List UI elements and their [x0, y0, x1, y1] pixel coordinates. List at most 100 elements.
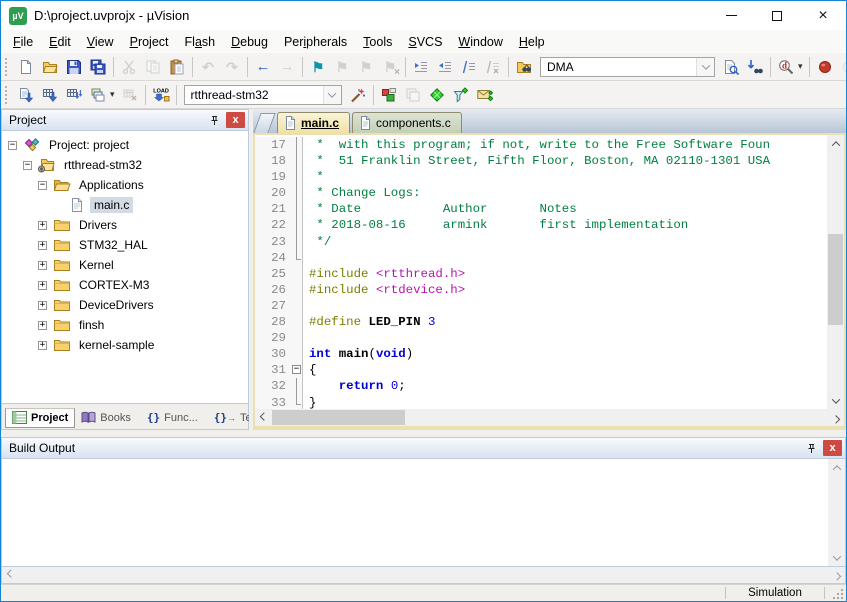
find-combo-dropdown-button[interactable] [696, 58, 714, 76]
fold-margin[interactable] [291, 298, 303, 314]
fold-margin[interactable] [291, 137, 303, 153]
tree-item-devicedrivers[interactable]: +DeviceDrivers [2, 295, 248, 315]
editor-hscroll-thumb[interactable] [272, 410, 405, 425]
unindent-button[interactable] [433, 55, 457, 79]
code-line[interactable]: 27 [255, 298, 827, 314]
tree-item-stm32-hal[interactable]: +STM32_HAL [2, 235, 248, 255]
build-button[interactable] [38, 83, 62, 107]
tree-item-cortex-m3[interactable]: +CORTEX-M3 [2, 275, 248, 295]
code-line[interactable]: 21 * Date Author Notes [255, 201, 827, 217]
menu-item-view[interactable]: View [79, 32, 122, 52]
find-in-files-button[interactable] [719, 55, 743, 79]
find-combo[interactable]: DMA [540, 57, 715, 77]
build-output-horizontal-scrollbar[interactable] [1, 567, 846, 584]
open-file-button[interactable] [38, 55, 62, 79]
indent-button[interactable] [409, 55, 433, 79]
fold-margin[interactable] [291, 346, 303, 362]
dropdown-caret-icon[interactable]: ▾ [798, 61, 803, 72]
translate-button[interactable] [14, 83, 38, 107]
project-panel-pin-button[interactable] [205, 112, 223, 128]
build-output-hscroll-track[interactable] [19, 567, 828, 583]
panel-tab-func[interactable]: {}Func... [141, 408, 204, 428]
fold-margin[interactable] [291, 266, 303, 282]
collapse-icon[interactable]: − [23, 161, 32, 170]
menu-item-flash[interactable]: Flash [177, 32, 224, 52]
fold-margin[interactable] [291, 185, 303, 201]
panel-tab-books[interactable]: Books [75, 408, 137, 428]
menu-item-tools[interactable]: Tools [355, 32, 400, 52]
expand-icon[interactable]: + [38, 261, 47, 270]
fold-margin[interactable]: − [291, 362, 303, 378]
maximize-button[interactable] [754, 1, 800, 30]
scroll-left-button[interactable] [2, 567, 19, 584]
build-output-content[interactable] [2, 459, 828, 566]
fold-margin[interactable] [291, 169, 303, 185]
editor-vscroll-track[interactable] [827, 152, 844, 392]
expand-icon[interactable]: + [38, 241, 47, 250]
navigate-back-button[interactable]: ← [251, 55, 275, 79]
expand-icon[interactable]: + [38, 341, 47, 350]
build-output-vscroll-track[interactable] [828, 476, 845, 549]
editor-hscroll-track[interactable] [272, 409, 827, 426]
menu-item-file[interactable]: File [5, 32, 41, 52]
dropdown-caret-icon[interactable]: ▾ [110, 89, 115, 100]
paste-button[interactable] [165, 55, 189, 79]
fold-margin[interactable] [291, 153, 303, 169]
scroll-down-button[interactable] [827, 392, 844, 409]
breakpoint-toggle-button[interactable] [813, 55, 837, 79]
editor-vscroll-thumb[interactable] [828, 234, 843, 325]
find-in-files-scope-button[interactable] [512, 55, 536, 79]
tree-item-kernel-sample[interactable]: +kernel-sample [2, 335, 248, 355]
fold-margin[interactable] [291, 250, 303, 266]
code-line[interactable]: 17 * with this program; if not, write to… [255, 137, 827, 153]
fold-margin[interactable] [291, 314, 303, 330]
comment-selection-button[interactable] [457, 55, 481, 79]
expand-icon[interactable]: + [38, 221, 47, 230]
code-line[interactable]: 25#include <rtthread.h> [255, 266, 827, 282]
download-button[interactable]: LOAD [149, 83, 173, 107]
incremental-find-button[interactable] [743, 55, 767, 79]
fold-margin[interactable] [291, 395, 303, 410]
fold-collapse-icon[interactable]: − [292, 365, 301, 374]
code-line[interactable]: 32 return 0; [255, 378, 827, 394]
save-all-button[interactable] [86, 55, 110, 79]
code-line[interactable]: 26#include <rtdevice.h> [255, 282, 827, 298]
code-line[interactable]: 30int main(void) [255, 346, 827, 362]
menu-item-debug[interactable]: Debug [223, 32, 276, 52]
fold-margin[interactable] [291, 234, 303, 250]
target-combo[interactable]: rtthread-stm32 [184, 85, 342, 105]
tree-item-main-c[interactable]: main.c [2, 195, 248, 215]
fold-margin[interactable] [291, 201, 303, 217]
tree-item-kernel[interactable]: +Kernel [2, 255, 248, 275]
minimize-button[interactable] [708, 1, 754, 30]
fold-margin[interactable] [291, 378, 303, 394]
menu-item-help[interactable]: Help [511, 32, 553, 52]
menu-item-window[interactable]: Window [450, 32, 510, 52]
rebuild-button[interactable] [62, 83, 86, 107]
code-line[interactable]: 22 * 2018-08-16 armink first implementat… [255, 217, 827, 233]
menu-item-svcs[interactable]: SVCS [400, 32, 450, 52]
code-line[interactable]: 29 [255, 330, 827, 346]
code-line[interactable]: 33} [255, 395, 827, 410]
menu-item-project[interactable]: Project [122, 32, 177, 52]
expand-icon[interactable]: + [38, 321, 47, 330]
code-line[interactable]: 20 * Change Logs: [255, 185, 827, 201]
code-line[interactable]: 23 */ [255, 234, 827, 250]
expand-icon[interactable]: + [38, 301, 47, 310]
tree-item-drivers[interactable]: +Drivers [2, 215, 248, 235]
code-line[interactable]: 18 * 51 Franklin Street, Fifth Floor, Bo… [255, 153, 827, 169]
scroll-left-button[interactable] [255, 409, 272, 426]
editor-horizontal-scrollbar[interactable] [255, 409, 844, 426]
select-packs-button[interactable] [449, 83, 473, 107]
code-line[interactable]: 28#define LED_PIN 3 [255, 314, 827, 330]
toolbar-grip[interactable] [5, 86, 10, 104]
manage-rte-button[interactable] [425, 83, 449, 107]
tree-item-finsh[interactable]: +finsh [2, 315, 248, 335]
fold-margin[interactable] [291, 282, 303, 298]
scroll-right-button[interactable] [827, 409, 844, 426]
code-line[interactable]: 31−{ [255, 362, 827, 378]
close-button[interactable]: × [800, 1, 846, 30]
pack-installer-button[interactable] [473, 83, 497, 107]
target-combo-dropdown-button[interactable] [323, 86, 341, 104]
save-button[interactable] [62, 55, 86, 79]
